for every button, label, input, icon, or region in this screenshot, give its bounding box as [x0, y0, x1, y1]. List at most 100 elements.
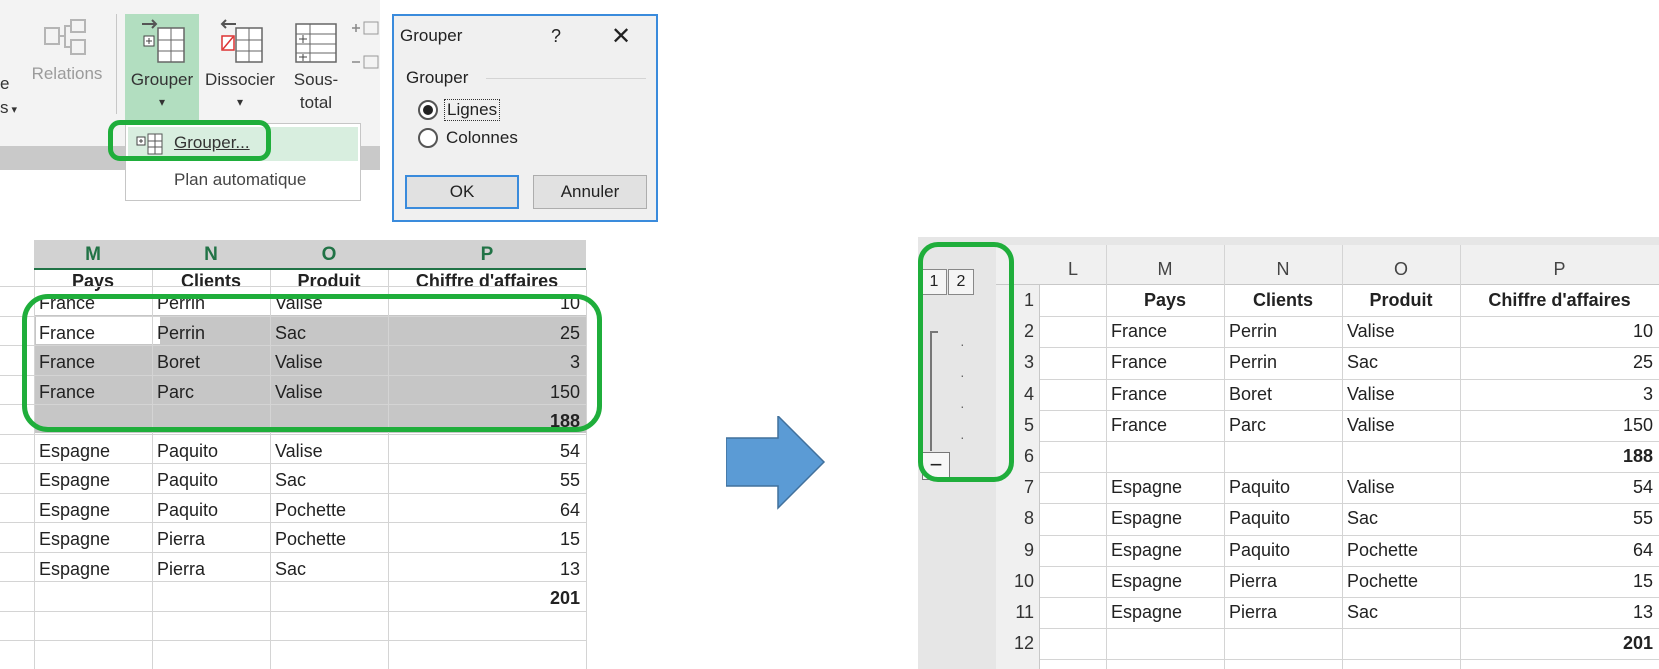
table-cell[interactable] — [152, 583, 270, 613]
radio-lignes[interactable] — [418, 100, 438, 120]
table-cell[interactable]: 54 — [388, 436, 586, 466]
table-cell[interactable]: Espagne — [1106, 503, 1224, 534]
table-cell[interactable]: France — [1106, 379, 1224, 410]
relations-button[interactable]: Relations — [28, 18, 106, 108]
column-header-p[interactable]: P — [1460, 259, 1659, 285]
row-header-9[interactable]: 9 — [996, 535, 1040, 566]
table-cell[interactable]: Parc — [1224, 410, 1342, 441]
header-cell[interactable]: Clients — [1224, 285, 1342, 316]
table-cell[interactable]: Espagne — [1106, 597, 1224, 628]
table-cell[interactable]: Espagne — [34, 495, 152, 525]
table-cell[interactable]: France — [1106, 410, 1224, 441]
table-cell[interactable]: 15 — [388, 524, 586, 554]
table-cell[interactable]: Paquito — [1224, 472, 1342, 503]
table-cell[interactable] — [270, 583, 388, 613]
table-cell[interactable]: Perrin — [1224, 347, 1342, 378]
table-cell[interactable]: 188 — [1460, 441, 1659, 472]
grid-line — [1040, 597, 1659, 598]
table-cell[interactable] — [1106, 441, 1224, 472]
table-cell[interactable]: Pierra — [152, 524, 270, 554]
table-cell[interactable]: Espagne — [34, 465, 152, 495]
grouper-button[interactable]: Grouper ▾ — [125, 14, 199, 122]
table-cell[interactable]: France — [1106, 347, 1224, 378]
table-cell[interactable]: Valise — [1342, 410, 1460, 441]
dissocier-button[interactable]: Dissocier ▾ — [203, 14, 277, 122]
column-header-m[interactable]: M — [1106, 259, 1224, 285]
radio-lignes-label[interactable]: Lignes — [444, 99, 501, 121]
table-cell[interactable]: 201 — [388, 583, 586, 613]
table-cell[interactable]: 13 — [1460, 597, 1659, 628]
ok-button[interactable]: OK — [405, 175, 519, 209]
radio-colonnes-label[interactable]: Colonnes — [446, 128, 518, 148]
table-cell[interactable]: Paquito — [152, 436, 270, 466]
table-cell[interactable]: 55 — [1460, 503, 1659, 534]
table-cell[interactable]: 64 — [1460, 535, 1659, 566]
close-icon[interactable]: ✕ — [611, 22, 631, 51]
table-cell[interactable]: 10 — [1460, 316, 1659, 347]
table-cell[interactable] — [1342, 441, 1460, 472]
table-cell[interactable]: Espagne — [34, 436, 152, 466]
table-cell[interactable] — [1342, 628, 1460, 659]
menu-item-plan-automatique[interactable]: Plan automatique — [174, 170, 306, 190]
table-cell[interactable]: 64 — [388, 495, 586, 525]
table-cell[interactable] — [1224, 628, 1342, 659]
table-cell[interactable]: 25 — [1460, 347, 1659, 378]
table-cell[interactable]: Pochette — [1342, 566, 1460, 597]
table-cell[interactable] — [34, 583, 152, 613]
partial-label-1: e — [0, 74, 10, 93]
row-header-12[interactable]: 12 — [996, 628, 1040, 659]
table-cell[interactable]: Pochette — [270, 495, 388, 525]
radio-colonnes[interactable] — [418, 128, 438, 148]
table-cell[interactable]: Sac — [270, 554, 388, 584]
soustotal-button[interactable]: Sous- total — [281, 14, 351, 122]
table-cell[interactable]: Valise — [1342, 316, 1460, 347]
header-cell[interactable]: Produit — [1342, 285, 1460, 316]
header-cell[interactable]: Chiffre d'affaires — [1460, 285, 1659, 316]
table-cell[interactable]: Pochette — [270, 524, 388, 554]
table-cell[interactable]: 15 — [1460, 566, 1659, 597]
table-cell[interactable]: Valise — [1342, 379, 1460, 410]
table-cell[interactable]: Perrin — [1224, 316, 1342, 347]
table-cell[interactable]: 55 — [388, 465, 586, 495]
ribbon-partial-button[interactable]: e s ▾ — [0, 72, 17, 122]
row-header-8[interactable]: 8 — [996, 503, 1040, 534]
group-box-line — [486, 78, 646, 79]
column-header-o[interactable]: O — [1342, 259, 1460, 285]
row-header-10[interactable]: 10 — [996, 566, 1040, 597]
table-cell[interactable]: Valise — [270, 436, 388, 466]
table-cell[interactable] — [1106, 628, 1224, 659]
table-cell[interactable]: Pierra — [152, 554, 270, 584]
table-cell[interactable]: Paquito — [152, 495, 270, 525]
table-cell[interactable]: Sac — [1342, 597, 1460, 628]
table-cell[interactable]: Boret — [1224, 379, 1342, 410]
table-cell[interactable]: France — [1106, 316, 1224, 347]
table-cell[interactable]: Pierra — [1224, 597, 1342, 628]
table-cell[interactable]: Paquito — [1224, 503, 1342, 534]
table-cell[interactable]: Espagne — [34, 554, 152, 584]
table-cell[interactable]: Pochette — [1342, 535, 1460, 566]
table-cell[interactable]: 150 — [1460, 410, 1659, 441]
table-cell[interactable]: Sac — [1342, 503, 1460, 534]
table-cell[interactable]: Valise — [1342, 472, 1460, 503]
table-cell[interactable]: Espagne — [34, 524, 152, 554]
help-icon[interactable]: ? — [551, 26, 561, 47]
row-header-11[interactable]: 11 — [996, 597, 1040, 628]
table-cell[interactable]: Espagne — [1106, 535, 1224, 566]
grid-line — [1040, 472, 1659, 474]
column-header-l[interactable]: L — [1040, 259, 1106, 285]
cancel-button[interactable]: Annuler — [533, 175, 647, 209]
table-cell[interactable]: Paquito — [1224, 535, 1342, 566]
table-cell[interactable]: Espagne — [1106, 566, 1224, 597]
table-cell[interactable]: Espagne — [1106, 472, 1224, 503]
table-cell[interactable] — [1224, 441, 1342, 472]
table-cell[interactable]: 201 — [1460, 628, 1659, 659]
header-cell[interactable]: Pays — [1106, 285, 1224, 316]
table-cell[interactable]: Sac — [270, 465, 388, 495]
table-cell[interactable]: 3 — [1460, 379, 1659, 410]
table-cell[interactable]: Sac — [1342, 347, 1460, 378]
table-cell[interactable]: 54 — [1460, 472, 1659, 503]
table-cell[interactable]: 13 — [388, 554, 586, 584]
table-cell[interactable]: Pierra — [1224, 566, 1342, 597]
column-header-n[interactable]: N — [1224, 259, 1342, 285]
table-cell[interactable]: Paquito — [152, 465, 270, 495]
